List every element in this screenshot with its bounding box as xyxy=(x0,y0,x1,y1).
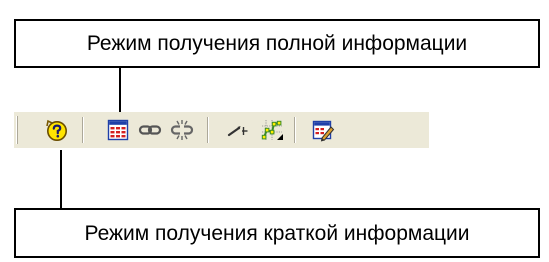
brief-info-mode-button[interactable] xyxy=(42,116,70,144)
pen-cursor-icon xyxy=(226,118,250,142)
unlink-icon xyxy=(170,118,194,142)
edit-properties-button[interactable] xyxy=(309,116,337,144)
edit-properties-icon xyxy=(311,118,335,142)
toolbar-grip[interactable] xyxy=(16,116,18,144)
full-info-mode-callout: Режим получения полной информации xyxy=(14,19,540,68)
full-info-mode-button[interactable] xyxy=(104,116,132,144)
polyline-nodes-icon xyxy=(260,118,284,142)
brief-info-mode-label: Режим получения краткой информации xyxy=(84,221,470,245)
toolbar-separator xyxy=(294,117,296,143)
unlink-button[interactable] xyxy=(168,116,196,144)
table-grid-icon xyxy=(106,118,130,142)
toolbar-separator xyxy=(207,117,209,143)
link-button[interactable] xyxy=(136,116,164,144)
pen-cursor-button[interactable] xyxy=(224,116,252,144)
help-query-icon xyxy=(44,118,68,142)
toolbar xyxy=(14,112,429,148)
full-info-mode-label: Режим получения полной информации xyxy=(86,32,468,55)
link-icon xyxy=(138,118,162,142)
full-info-leader-line xyxy=(119,67,121,117)
brief-info-mode-callout: Режим получения краткой информации xyxy=(14,208,540,258)
toolbar-separator xyxy=(82,117,84,143)
brief-info-leader-line xyxy=(60,150,62,209)
polyline-nodes-button[interactable] xyxy=(258,116,286,144)
